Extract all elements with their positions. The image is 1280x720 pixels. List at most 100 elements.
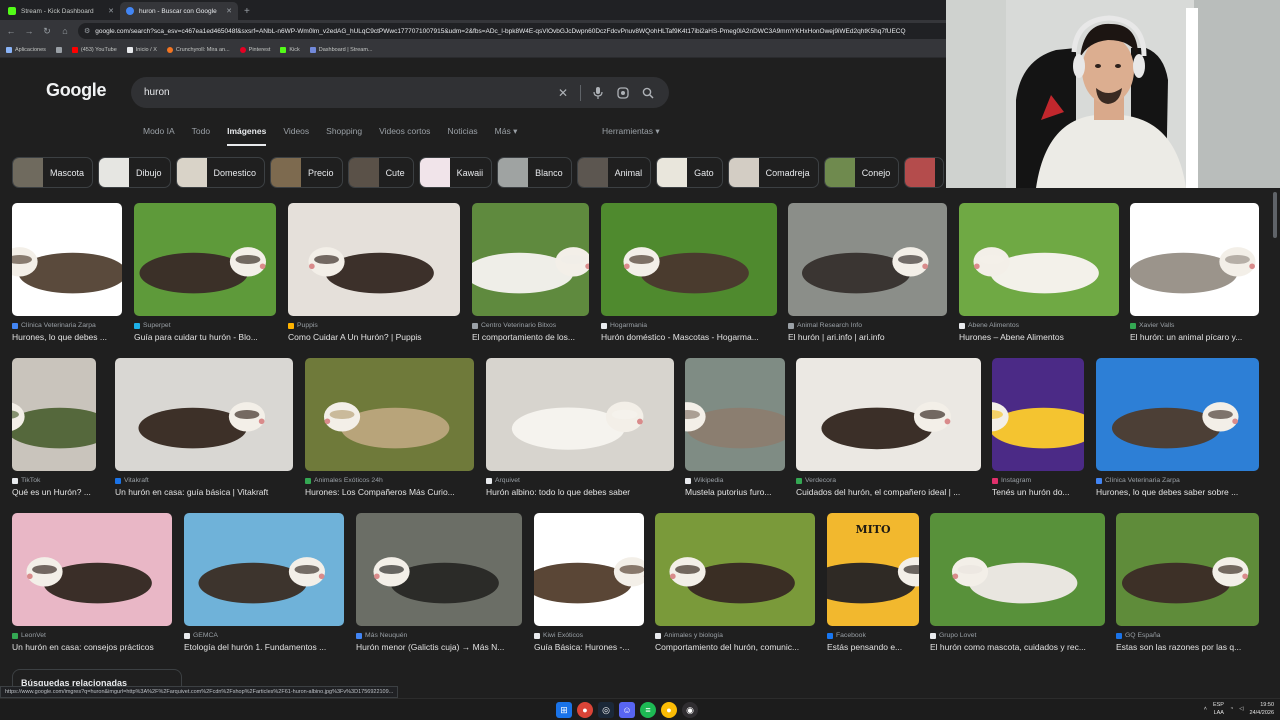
result-caption[interactable]: Un hurón en casa: consejos prácticos bbox=[12, 642, 172, 652]
image-result[interactable]: GEMCA Etología del hurón 1. Fundamentos .… bbox=[184, 513, 344, 652]
spotify-icon[interactable]: ≡ bbox=[640, 702, 656, 718]
result-caption[interactable]: Hurones, lo que debes saber sobre ... bbox=[1096, 487, 1259, 497]
result-caption[interactable]: Estás pensando e... bbox=[827, 642, 919, 652]
result-source[interactable]: Clínica Veterinaria Zarpa bbox=[12, 322, 122, 329]
result-caption[interactable]: Hurones – Abene Alimentos bbox=[959, 332, 1119, 342]
page-scrollbar[interactable] bbox=[1272, 188, 1278, 698]
result-thumbnail[interactable] bbox=[1096, 358, 1259, 471]
result-caption[interactable]: Guía Básica: Hurones -... bbox=[534, 642, 644, 652]
result-caption[interactable]: Hurones, lo que debes ... bbox=[12, 332, 122, 342]
tray-chevron-icon[interactable]: ˄ bbox=[1204, 706, 1207, 712]
image-result[interactable]: GQ España Estas son las razones por las q… bbox=[1116, 513, 1259, 652]
image-result[interactable]: Puppis Como Cuidar A Un Hurón? | Puppis bbox=[288, 203, 460, 342]
result-caption[interactable]: Hurón albino: todo lo que debes saber bbox=[486, 487, 674, 497]
result-caption[interactable]: Tenés un hurón do... bbox=[992, 487, 1084, 497]
image-result[interactable]: Wikipedia Mustela putorius furo... bbox=[685, 358, 785, 497]
result-thumbnail[interactable] bbox=[288, 203, 460, 316]
image-result[interactable]: Animal Research Info El hurón | ari.info … bbox=[788, 203, 947, 342]
image-result[interactable]: Instagram Tenés un hurón do... bbox=[992, 358, 1084, 497]
chrome-icon[interactable]: ● bbox=[577, 702, 593, 718]
wifi-icon[interactable]: ◔ bbox=[1230, 706, 1233, 712]
result-source[interactable]: Abene Alimentos bbox=[959, 322, 1119, 329]
image-result[interactable]: Xavier Valls El hurón: un animal pícaro y… bbox=[1130, 203, 1259, 342]
windows-start-icon[interactable]: ⊞ bbox=[556, 702, 572, 718]
result-thumbnail[interactable] bbox=[601, 203, 777, 316]
result-thumbnail[interactable] bbox=[184, 513, 344, 626]
image-result[interactable]: Verdecora Cuidados del hurón, el compañer… bbox=[796, 358, 981, 497]
result-source[interactable]: Puppis bbox=[288, 322, 460, 329]
result-caption[interactable]: Hurones: Los Compañeros Más Curio... bbox=[305, 487, 474, 497]
result-caption[interactable]: Qué es un Hurón? ... bbox=[12, 487, 96, 497]
result-source[interactable]: Más Neuquén bbox=[356, 632, 522, 639]
result-source[interactable]: Wikipedia bbox=[685, 477, 785, 484]
result-thumbnail[interactable] bbox=[959, 203, 1119, 316]
result-thumbnail[interactable] bbox=[1130, 203, 1259, 316]
result-source[interactable]: TikTok bbox=[12, 477, 96, 484]
image-result[interactable]: Clínica Veterinaria Zarpa Hurones, lo que… bbox=[1096, 358, 1259, 497]
result-thumbnail[interactable] bbox=[788, 203, 947, 316]
result-caption[interactable]: Hurón doméstico - Mascotas - Hogarma... bbox=[601, 332, 777, 342]
discord-icon[interactable]: ☺ bbox=[619, 702, 635, 718]
result-source[interactable]: Superpet bbox=[134, 322, 276, 329]
result-source[interactable]: Kiwi Exóticos bbox=[534, 632, 644, 639]
result-thumbnail[interactable]: MITO bbox=[827, 513, 919, 626]
clock[interactable]: 19:50 24/4/2026 bbox=[1250, 701, 1274, 717]
result-thumbnail[interactable] bbox=[12, 203, 122, 316]
image-result[interactable]: Hogarmania Hurón doméstico - Mascotas - H… bbox=[601, 203, 777, 342]
image-result[interactable]: TikTok Qué es un Hurón? ... bbox=[12, 358, 96, 497]
result-thumbnail[interactable] bbox=[356, 513, 522, 626]
result-thumbnail[interactable] bbox=[534, 513, 644, 626]
result-caption[interactable]: Como Cuidar A Un Hurón? | Puppis bbox=[288, 332, 460, 342]
result-source[interactable]: Grupo Lovet bbox=[930, 632, 1105, 639]
result-thumbnail[interactable] bbox=[486, 358, 674, 471]
result-thumbnail[interactable] bbox=[1116, 513, 1259, 626]
result-thumbnail[interactable] bbox=[12, 358, 96, 471]
result-thumbnail[interactable] bbox=[796, 358, 981, 471]
result-thumbnail[interactable] bbox=[930, 513, 1105, 626]
result-source[interactable]: LeonVet bbox=[12, 632, 172, 639]
image-result[interactable]: Clínica Veterinaria Zarpa Hurones, lo que… bbox=[12, 203, 122, 342]
image-result[interactable]: Abene Alimentos Hurones – Abene Alimentos bbox=[959, 203, 1119, 342]
result-source[interactable]: Hogarmania bbox=[601, 322, 777, 329]
result-source[interactable]: Animal Research Info bbox=[788, 322, 947, 329]
image-result[interactable]: Grupo Lovet El hurón como mascota, cuidad… bbox=[930, 513, 1105, 652]
result-thumbnail[interactable] bbox=[305, 358, 474, 471]
result-source[interactable]: Animales y biología bbox=[655, 632, 815, 639]
result-caption[interactable]: Cuidados del hurón, el compañero ideal |… bbox=[796, 487, 981, 497]
result-thumbnail[interactable] bbox=[685, 358, 785, 471]
result-thumbnail[interactable] bbox=[655, 513, 815, 626]
result-source[interactable]: Facebook bbox=[827, 632, 919, 639]
result-thumbnail[interactable] bbox=[12, 513, 172, 626]
result-source[interactable]: GQ España bbox=[1116, 632, 1259, 639]
image-result[interactable]: MITO Facebook Estás pensando e... bbox=[827, 513, 919, 652]
language-indicator[interactable]: ESP LAA bbox=[1213, 701, 1224, 717]
image-result[interactable]: Kiwi Exóticos Guía Básica: Hurones -... bbox=[534, 513, 644, 652]
result-caption[interactable]: Comportamiento del hurón, comunic... bbox=[655, 642, 815, 652]
result-thumbnail[interactable] bbox=[115, 358, 293, 471]
image-result[interactable]: Centro Veterinario Bitxos El comportamien… bbox=[472, 203, 589, 342]
image-result[interactable]: Más Neuquén Hurón menor (Galictis cuja) →… bbox=[356, 513, 522, 652]
result-caption[interactable]: Un hurón en casa: guía básica | Vitakraf… bbox=[115, 487, 293, 497]
result-caption[interactable]: Hurón menor (Galictis cuja) → Más N... bbox=[356, 642, 522, 652]
scrollbar-thumb[interactable] bbox=[1273, 192, 1277, 238]
result-caption[interactable]: El comportamiento de los... bbox=[472, 332, 589, 342]
result-source[interactable]: Vitakraft bbox=[115, 477, 293, 484]
result-caption[interactable]: Etología del hurón 1. Fundamentos ... bbox=[184, 642, 344, 652]
speaker-icon[interactable]: ◁ bbox=[1239, 706, 1243, 712]
result-source[interactable]: Verdecora bbox=[796, 477, 981, 484]
obs-icon[interactable]: ◉ bbox=[682, 702, 698, 718]
image-result[interactable]: LeonVet Un hurón en casa: consejos prácti… bbox=[12, 513, 172, 652]
image-result[interactable]: Animales Exóticos 24h Hurones: Los Compañ… bbox=[305, 358, 474, 497]
image-result[interactable]: Superpet Guía para cuidar tu hurón - Blo.… bbox=[134, 203, 276, 342]
result-source[interactable]: GEMCA bbox=[184, 632, 344, 639]
chrome-alt-icon[interactable]: ● bbox=[661, 702, 677, 718]
result-source[interactable]: Arquivet bbox=[486, 477, 674, 484]
result-caption[interactable]: El hurón | ari.info | ari.info bbox=[788, 332, 947, 342]
result-source[interactable]: Instagram bbox=[992, 477, 1084, 484]
image-result[interactable]: Arquivet Hurón albino: todo lo que debes … bbox=[486, 358, 674, 497]
result-caption[interactable]: El hurón: un animal pícaro y... bbox=[1130, 332, 1259, 342]
image-result[interactable]: Vitakraft Un hurón en casa: guía básica |… bbox=[115, 358, 293, 497]
steam-icon[interactable]: ◎ bbox=[598, 702, 614, 718]
result-source[interactable]: Centro Veterinario Bitxos bbox=[472, 322, 589, 329]
result-caption[interactable]: El hurón como mascota, cuidados y rec... bbox=[930, 642, 1105, 652]
